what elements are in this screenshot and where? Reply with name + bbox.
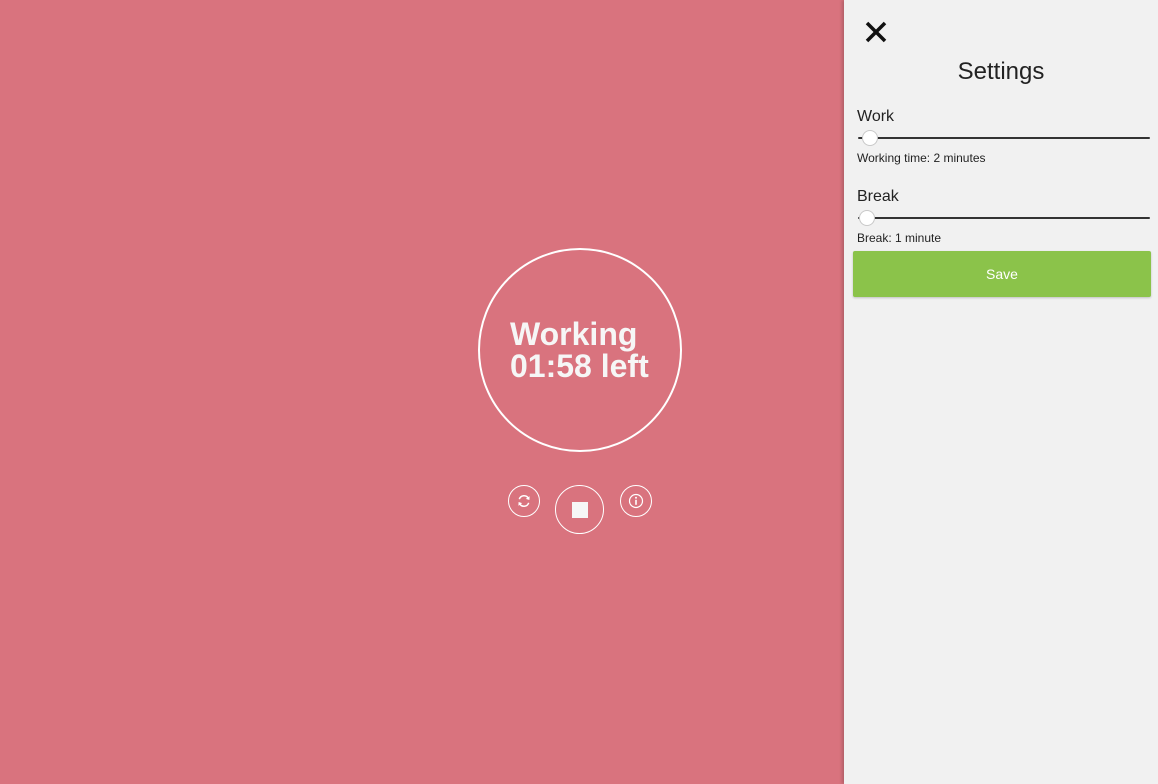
settings-panel: Settings Work Working time: 2 minutes Br… <box>844 0 1158 784</box>
work-label: Work <box>857 108 895 125</box>
pomodoro-app: Working 01:58 left Settings Work Working… <box>0 0 1158 784</box>
reset-button[interactable] <box>508 485 540 517</box>
info-button[interactable] <box>620 485 652 517</box>
work-description: Working time: 2 minutes <box>857 151 986 165</box>
timer-area: Working 01:58 left <box>0 0 844 784</box>
break-slider-thumb[interactable] <box>858 210 875 226</box>
work-slider-track <box>858 137 1150 139</box>
break-slider-track <box>858 217 1150 219</box>
refresh-icon <box>516 493 532 509</box>
break-label: Break <box>857 188 899 205</box>
timer-status: Working <box>510 316 638 352</box>
stop-icon <box>571 501 589 519</box>
stop-button[interactable] <box>555 485 604 534</box>
break-description: Break: 1 minute <box>857 231 942 245</box>
timer-display: Working 01:58 left <box>510 318 649 382</box>
break-slider[interactable] <box>858 210 1150 226</box>
timer-remaining: 01:58 left <box>510 348 649 384</box>
work-slider-thumb[interactable] <box>861 130 878 146</box>
work-slider[interactable] <box>858 130 1150 146</box>
close-icon <box>864 21 888 48</box>
info-icon <box>628 493 644 509</box>
settings-title: Settings <box>957 58 1045 85</box>
save-button[interactable]: Save <box>853 251 1151 297</box>
close-button[interactable] <box>864 20 888 44</box>
